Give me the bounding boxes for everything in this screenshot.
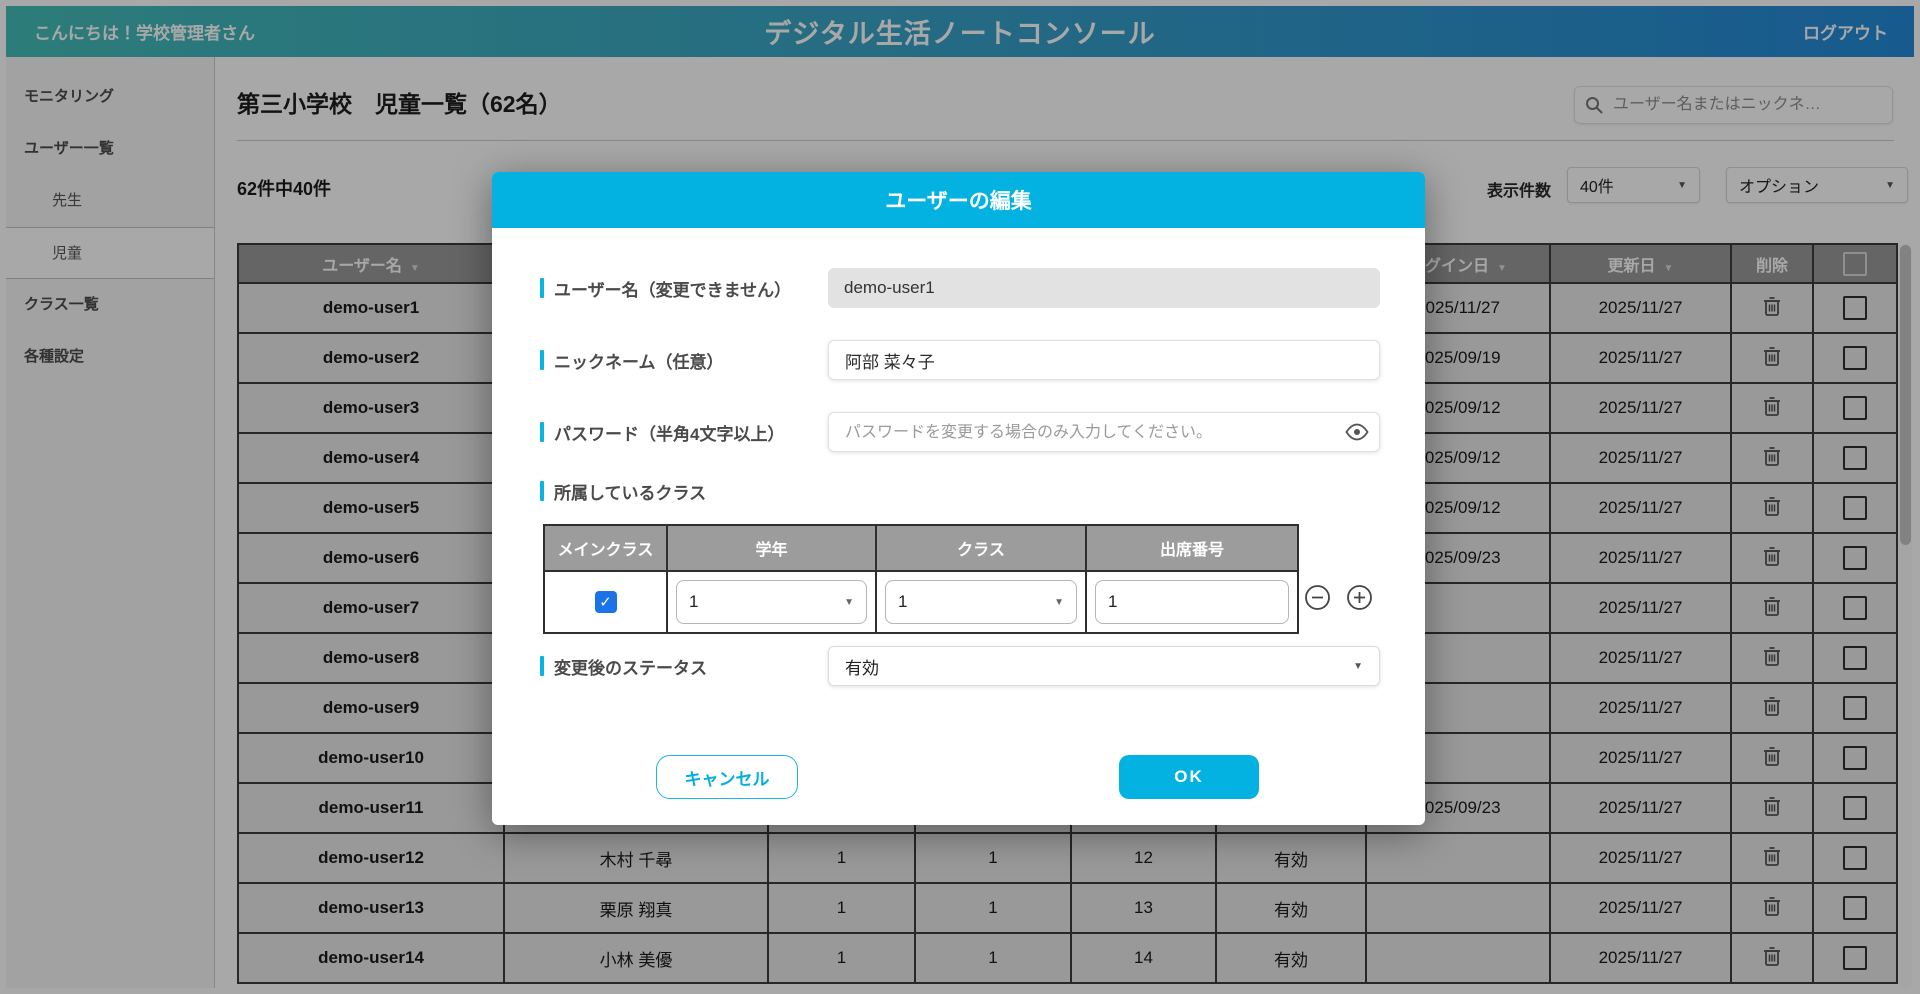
label-accent-bar xyxy=(540,481,544,501)
label-accent-bar xyxy=(540,278,544,298)
attendance-number-input[interactable]: 1 xyxy=(1095,580,1289,624)
class-table-header-row: メインクラス 学年 クラス 出席番号 xyxy=(543,524,1299,572)
class-table: メインクラス 学年 クラス 出席番号 ✓ 1 ▼ 1 ▼ 1 xyxy=(543,524,1299,634)
status-label: 変更後のステータス xyxy=(540,646,707,686)
nickname-field[interactable] xyxy=(828,340,1380,380)
password-label: パスワード（半角4文字以上） xyxy=(540,412,784,452)
class-header-grade: 学年 xyxy=(666,524,877,572)
show-password-button[interactable] xyxy=(1344,419,1370,450)
cancel-button[interactable]: キャンセル xyxy=(656,755,798,799)
main-class-checkbox[interactable]: ✓ xyxy=(594,591,617,613)
add-class-button[interactable] xyxy=(1346,584,1373,616)
chevron-down-icon: ▼ xyxy=(1353,660,1363,672)
class-section-label: 所属しているクラス xyxy=(540,478,706,504)
remove-class-button[interactable] xyxy=(1304,584,1331,616)
plus-circle-icon xyxy=(1347,585,1372,610)
username-label: ユーザー名（変更できません） xyxy=(540,268,791,308)
chevron-down-icon: ▼ xyxy=(844,596,854,608)
ok-button[interactable]: OK xyxy=(1119,755,1259,799)
eye-icon xyxy=(1345,423,1369,441)
password-field[interactable] xyxy=(828,412,1380,452)
label-accent-bar xyxy=(540,422,544,442)
nickname-label: ニックネーム（任意） xyxy=(540,340,724,380)
class-header-main: メインクラス xyxy=(543,524,668,572)
class-header-number: 出席番号 xyxy=(1085,524,1299,572)
modal-title-bar: ユーザーの編集 xyxy=(492,172,1425,228)
grade-select[interactable]: 1 ▼ xyxy=(676,580,867,624)
label-accent-bar xyxy=(540,656,544,676)
minus-circle-icon xyxy=(1305,585,1330,610)
modal-title: ユーザーの編集 xyxy=(885,190,1032,213)
chevron-down-icon: ▼ xyxy=(1054,596,1064,608)
class-header-class: クラス xyxy=(875,524,1087,572)
edit-user-modal: ユーザーの編集 ユーザー名（変更できません） ニックネーム（任意） パスワード（… xyxy=(492,172,1425,825)
class-table-row: ✓ 1 ▼ 1 ▼ 1 xyxy=(543,570,1299,634)
label-accent-bar xyxy=(540,350,544,370)
class-select[interactable]: 1 ▼ xyxy=(885,580,1077,624)
status-select[interactable]: 有効 ▼ xyxy=(828,646,1380,686)
username-field xyxy=(828,268,1380,308)
